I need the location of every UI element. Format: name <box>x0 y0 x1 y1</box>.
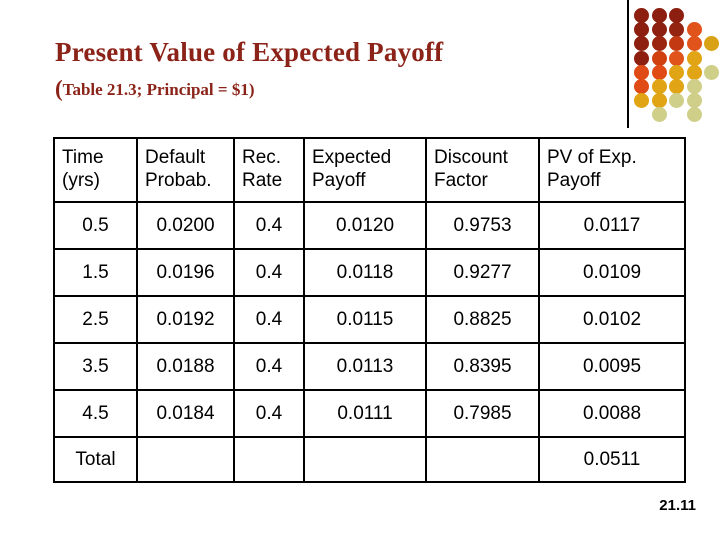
cell-discount-factor: 0.8395 <box>425 342 540 391</box>
decorative-dot <box>669 50 684 66</box>
decorative-dot <box>669 22 684 38</box>
cell-total-expected-payoff <box>303 436 427 483</box>
column-header-pv-of-expected-payoff: PV of Exp. Payoff <box>538 137 686 203</box>
decorative-dot <box>651 79 667 94</box>
decorative-dot <box>686 64 702 80</box>
column-header-recovery-rate: Rec. Rate <box>233 137 305 203</box>
cell-recovery-rate: 0.4 <box>233 342 305 391</box>
cell-default-probability: 0.0200 <box>136 201 235 250</box>
cell-time: 3.5 <box>53 342 138 391</box>
subtitle-open-paren: ( <box>55 76 63 101</box>
cell-expected-payoff: 0.0120 <box>303 201 427 250</box>
cell-discount-factor: 0.9277 <box>425 248 540 297</box>
cell-total-pv-of-expected-payoff: 0.0511 <box>538 436 686 483</box>
decorative-dot <box>651 64 667 80</box>
table-row: 3.5 0.0188 0.4 0.0113 0.8395 0.0095 <box>53 342 686 391</box>
present-value-payoff-table: Time (yrs) Default Probab. Rec. Rate Exp… <box>53 137 686 483</box>
decorative-dot <box>651 36 667 52</box>
header-vertical-rule <box>627 0 629 128</box>
cell-time: 0.5 <box>53 201 138 250</box>
cell-default-probability: 0.0184 <box>136 389 235 438</box>
table-total-row: Total 0.0511 <box>53 436 686 483</box>
decorative-dot <box>634 64 649 80</box>
cell-discount-factor: 0.8825 <box>425 295 540 344</box>
cell-expected-payoff: 0.0113 <box>303 342 427 391</box>
decorative-dot <box>686 22 702 38</box>
table-row: 0.5 0.0200 0.4 0.0120 0.9753 0.0117 <box>53 201 686 250</box>
table-row: 1.5 0.0196 0.4 0.0118 0.9277 0.0109 <box>53 248 686 297</box>
cell-time: 4.5 <box>53 389 138 438</box>
cell-time: 2.5 <box>53 295 138 344</box>
decorative-dot <box>686 79 702 94</box>
decorative-dot <box>651 107 667 123</box>
slide-number: 21.11 <box>659 497 696 514</box>
total-label: Total <box>53 436 138 483</box>
cell-default-probability: 0.0188 <box>136 342 235 391</box>
table-body: 0.5 0.0200 0.4 0.0120 0.9753 0.0117 1.5 0.0196 0… <box>53 201 686 483</box>
page-title: Present Value of Expected Payoff <box>55 37 444 67</box>
table-header-row: Time (yrs) Default Probab. Rec. Rate Exp… <box>53 137 686 203</box>
cell-pv-of-expected-payoff: 0.0117 <box>538 201 686 250</box>
cell-total-default-probability <box>136 436 235 483</box>
cell-default-probability: 0.0192 <box>136 295 235 344</box>
decorative-dot <box>686 107 702 123</box>
title-block: Present Value of Expected Payoff (Table … <box>55 36 615 101</box>
decorative-dot <box>651 50 667 66</box>
decorative-dot <box>651 93 667 109</box>
page-subtitle: (Table 21.3; Principal = $1) <box>55 76 615 101</box>
decorative-dot <box>669 8 684 23</box>
decorative-dot <box>651 22 667 38</box>
cell-pv-of-expected-payoff: 0.0095 <box>538 342 686 391</box>
decorative-dot <box>651 8 667 23</box>
cell-pv-of-expected-payoff: 0.0102 <box>538 295 686 344</box>
cell-recovery-rate: 0.4 <box>233 248 305 297</box>
decorative-dot-grid <box>630 0 720 125</box>
cell-pv-of-expected-payoff: 0.0088 <box>538 389 686 438</box>
decorative-dot <box>669 79 684 94</box>
cell-expected-payoff: 0.0115 <box>303 295 427 344</box>
column-header-time: Time (yrs) <box>53 137 138 203</box>
decorative-dot <box>634 79 649 94</box>
column-header-default-probability: Default Probab. <box>136 137 235 203</box>
decorative-dot <box>634 8 649 23</box>
cell-total-recovery-rate <box>233 436 305 483</box>
decorative-dot <box>669 36 684 52</box>
decorative-dot <box>704 64 719 80</box>
cell-time: 1.5 <box>53 248 138 297</box>
decorative-dot <box>686 50 702 66</box>
decorative-dot <box>634 36 649 52</box>
decorative-dot <box>686 93 702 109</box>
decorative-dot <box>669 93 684 109</box>
cell-default-probability: 0.0196 <box>136 248 235 297</box>
cell-recovery-rate: 0.4 <box>233 389 305 438</box>
table-row: 4.5 0.0184 0.4 0.0111 0.7985 0.0088 <box>53 389 686 438</box>
cell-expected-payoff: 0.0111 <box>303 389 427 438</box>
decorative-dot <box>686 36 702 52</box>
cell-recovery-rate: 0.4 <box>233 201 305 250</box>
cell-discount-factor: 0.9753 <box>425 201 540 250</box>
subtitle-text: Table 21.3; Principal = $1) <box>62 80 255 99</box>
column-header-expected-payoff: Expected Payoff <box>303 137 427 203</box>
decorative-dot <box>634 22 649 38</box>
decorative-dot <box>634 50 649 66</box>
payoff-table-container: Time (yrs) Default Probab. Rec. Rate Exp… <box>53 137 686 483</box>
column-header-discount-factor: Discount Factor <box>425 137 540 203</box>
cell-total-discount-factor <box>425 436 540 483</box>
decorative-dot <box>704 36 719 52</box>
decorative-dot <box>669 64 684 80</box>
cell-expected-payoff: 0.0118 <box>303 248 427 297</box>
cell-recovery-rate: 0.4 <box>233 295 305 344</box>
cell-pv-of-expected-payoff: 0.0109 <box>538 248 686 297</box>
decorative-dot <box>634 93 649 109</box>
table-row: 2.5 0.0192 0.4 0.0115 0.8825 0.0102 <box>53 295 686 344</box>
cell-discount-factor: 0.7985 <box>425 389 540 438</box>
